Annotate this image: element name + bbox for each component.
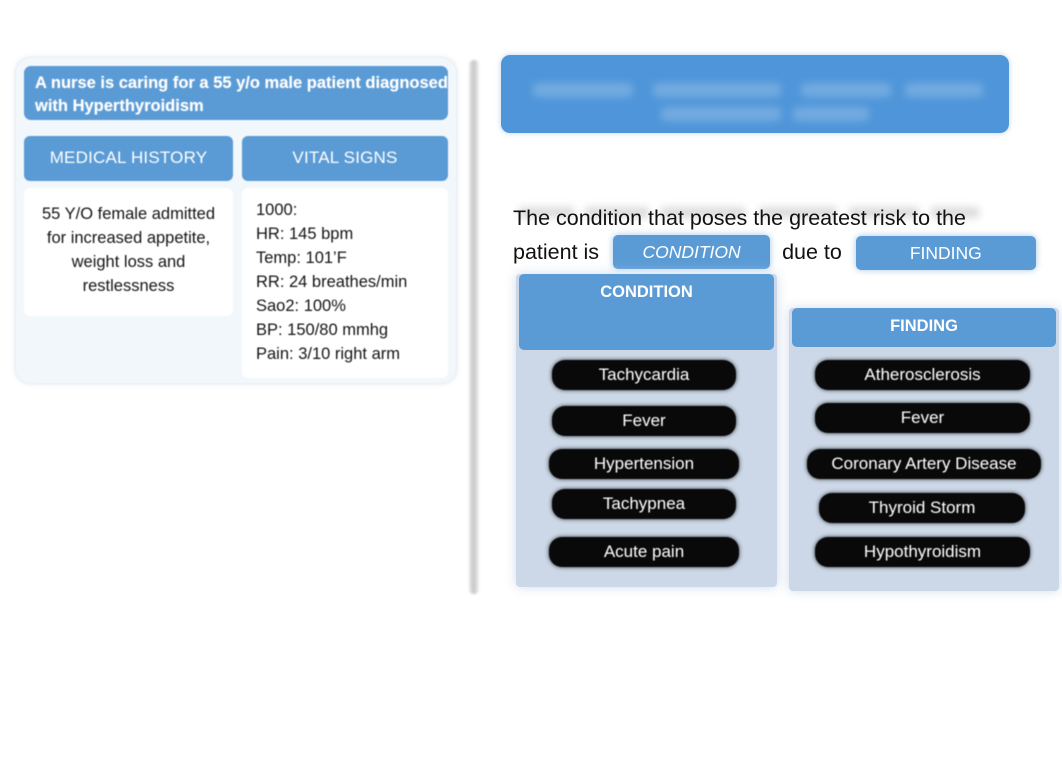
question-header-banner — [501, 55, 1009, 133]
question-sentence: The condition that poses the greatest ri… — [513, 202, 1059, 270]
sentence-text-b: due to — [782, 240, 842, 264]
finding-dropdown-header[interactable]: FINDING — [792, 308, 1056, 347]
vital-line-time: 1000: — [256, 201, 298, 219]
redacted-text-block — [793, 107, 869, 121]
vital-line-bp: BP: 150/80 mmhg — [256, 321, 389, 339]
condition-dropdown-blank[interactable]: CONDITION — [613, 235, 771, 269]
vital-line-temp: Temp: 101’F — [256, 249, 347, 267]
vital-signs-body: 1000: HR: 145 bpm Temp: 101’F RR: 24 bre… — [242, 188, 448, 378]
vital-line-rr: RR: 24 breathes/min — [256, 273, 408, 291]
finding-option[interactable]: Thyroid Storm — [819, 493, 1025, 523]
slide-canvas: A nurse is caring for a 55 y/o male pati… — [0, 0, 1062, 777]
question-panel: The condition that poses the greatest ri… — [497, 52, 1059, 597]
redacted-text-block — [653, 83, 781, 97]
condition-option[interactable]: Fever — [552, 406, 736, 436]
condition-dropdown-panel: CONDITION Tachycardia Fever Hypertension… — [516, 274, 777, 587]
vital-signs-header: VITAL SIGNS — [242, 136, 448, 181]
redacted-text-block — [905, 83, 983, 97]
condition-dropdown-header[interactable]: CONDITION — [519, 274, 774, 350]
case-title: A nurse is caring for a 55 y/o male pati… — [24, 66, 448, 120]
sentence-line-1: The condition that poses the greatest ri… — [513, 206, 966, 230]
sentence-line-2: patient is CONDITION due to FINDING — [513, 235, 1059, 270]
condition-option[interactable]: Tachypnea — [552, 489, 736, 519]
redacted-text-block — [533, 83, 633, 97]
condition-option[interactable]: Hypertension — [549, 449, 739, 479]
medical-history-column: MEDICAL HISTORY 55 Y/O female admitted f… — [24, 136, 233, 316]
vital-signs-column: VITAL SIGNS 1000: HR: 145 bpm Temp: 101’… — [242, 136, 448, 378]
case-study-panel: A nurse is caring for a 55 y/o male pati… — [16, 58, 456, 383]
medical-history-header: MEDICAL HISTORY — [24, 136, 233, 181]
vital-line-hr: HR: 145 bpm — [256, 225, 354, 243]
finding-dropdown-panel: FINDING Atherosclerosis Fever Coronary A… — [789, 308, 1059, 591]
medical-history-body: 55 Y/O female admitted for increased app… — [24, 188, 233, 316]
condition-option[interactable]: Tachycardia — [552, 360, 736, 390]
redacted-text-block — [661, 107, 781, 121]
finding-option[interactable]: Fever — [815, 403, 1030, 433]
vertical-divider-scrollbar[interactable] — [468, 60, 480, 594]
sentence-text-a: patient is — [513, 240, 600, 264]
vital-line-sao2: Sao2: 100% — [256, 297, 346, 315]
finding-option[interactable]: Atherosclerosis — [815, 360, 1030, 390]
vital-line-pain: Pain: 3/10 right arm — [256, 345, 400, 363]
condition-option[interactable]: Acute pain — [549, 537, 739, 567]
finding-option[interactable]: Coronary Artery Disease — [807, 449, 1041, 479]
finding-dropdown-blank[interactable]: FINDING — [855, 236, 1036, 270]
finding-option[interactable]: Hypothyroidism — [815, 537, 1030, 567]
redacted-text-block — [801, 83, 891, 97]
